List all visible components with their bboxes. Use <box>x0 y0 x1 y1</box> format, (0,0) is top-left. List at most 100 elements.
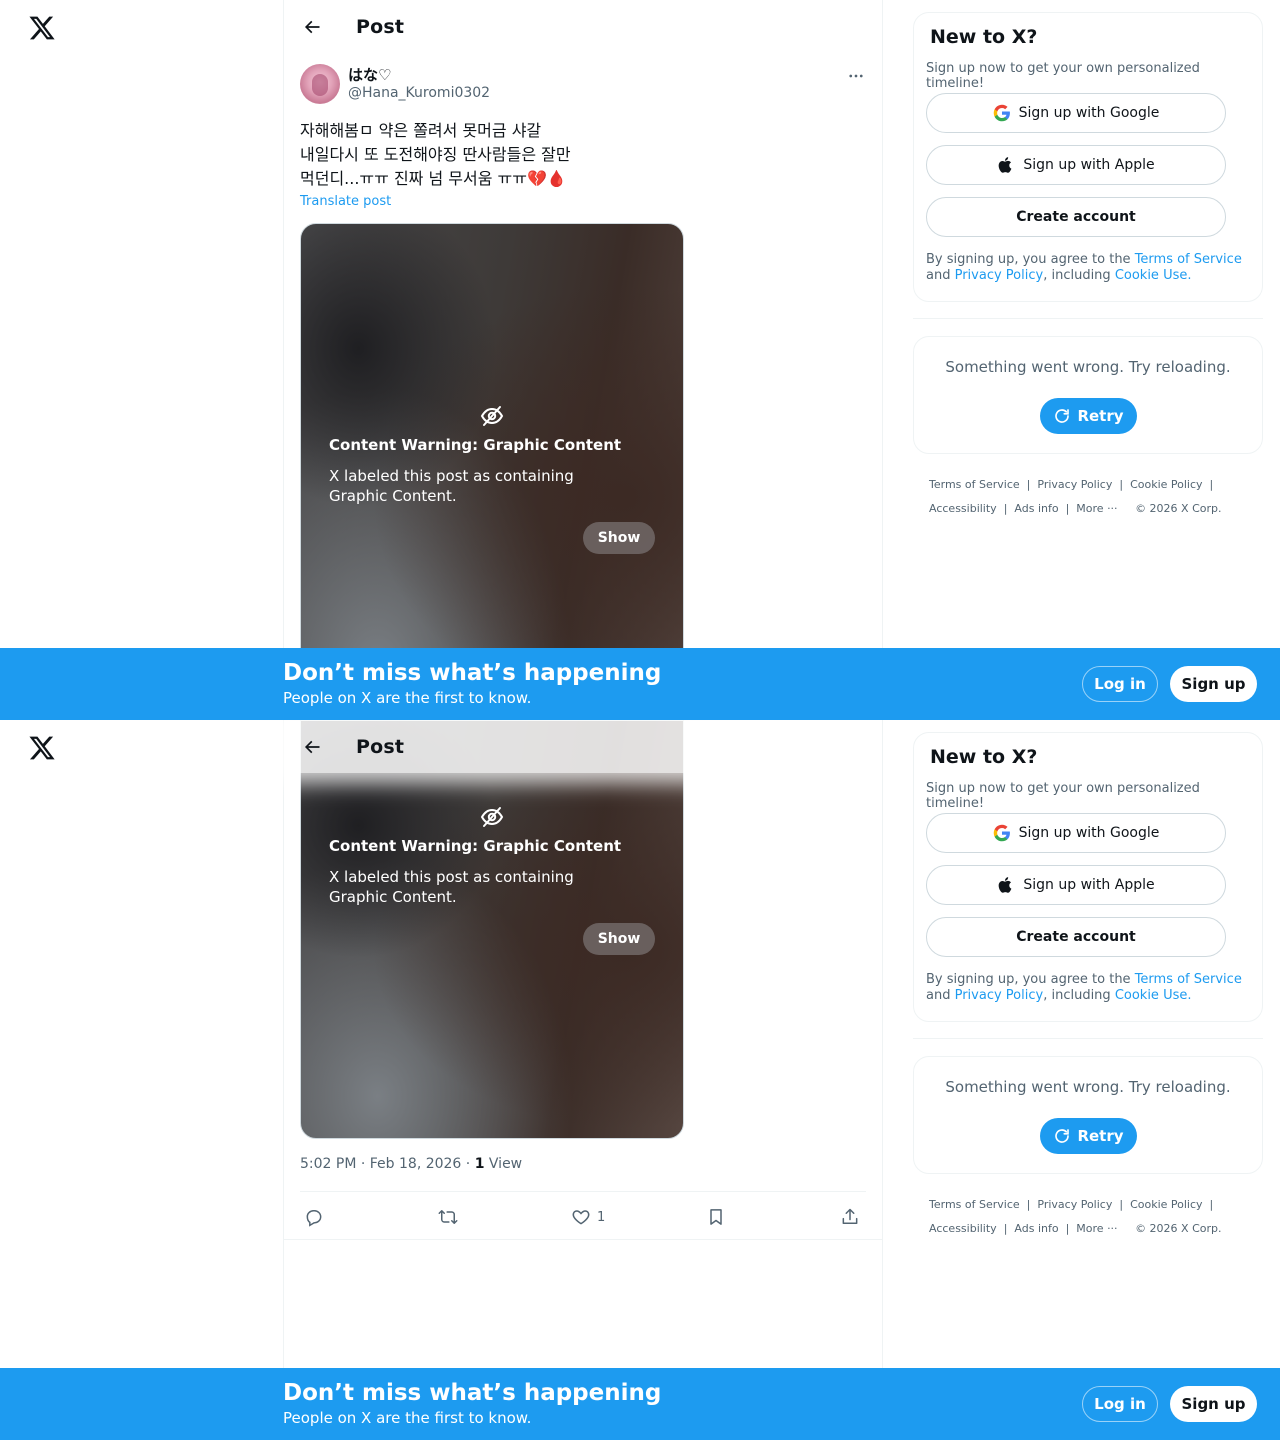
footer-privacy-link[interactable]: Privacy Policy <box>1037 478 1112 491</box>
retry-label: Retry <box>1077 1127 1124 1145</box>
apple-icon <box>999 157 1012 173</box>
retry-button[interactable]: Retry <box>1040 398 1137 434</box>
column-divider <box>882 720 883 1440</box>
banner-title: Don’t miss what’s happening <box>283 1380 662 1406</box>
content-warning-title: Content Warning: Graphic Content <box>329 837 622 855</box>
log-in-button[interactable]: Log in <box>1082 1386 1158 1422</box>
back-arrow-icon[interactable] <box>294 9 330 45</box>
error-message: Something went wrong. Try reloading. <box>945 1078 1231 1096</box>
apple-icon <box>999 877 1012 893</box>
signup-subtitle: Sign up now to get your own personalized… <box>926 61 1200 91</box>
back-arrow-icon[interactable] <box>294 729 330 765</box>
signup-apple-button[interactable]: Sign up with Apple <box>926 865 1226 905</box>
cookie-use-link[interactable]: Cookie Use. <box>1115 268 1192 283</box>
footer-ads-link[interactable]: Ads info <box>1014 502 1058 515</box>
terms-of-service-link[interactable]: Terms of Service <box>1135 972 1242 987</box>
x-logo-icon[interactable] <box>28 734 56 762</box>
create-account-button[interactable]: Create account <box>926 197 1226 237</box>
post-media-blurred: Content Warning: Graphic Content X label… <box>300 720 684 1139</box>
sign-up-button[interactable]: Sign up <box>1170 1386 1257 1422</box>
sign-up-button[interactable]: Sign up <box>1170 666 1257 702</box>
login-banner: Don’t miss what’s happening People on X … <box>0 1368 1280 1440</box>
like-button[interactable]: 1 <box>571 1204 605 1230</box>
banner-subtitle: People on X are the first to know. <box>283 1409 532 1427</box>
post-media-blurred: Content Warning: Graphic Content X label… <box>300 223 684 720</box>
author-handle[interactable]: @Hana_Kuromi0302 <box>348 85 490 101</box>
sidebar-footer: Terms of Service | Privacy Policy | Cookie P… <box>929 478 1222 515</box>
cookie-use-link[interactable]: Cookie Use. <box>1115 988 1192 1003</box>
error-message: Something went wrong. Try reloading. <box>945 358 1231 376</box>
post-header: Post <box>284 720 694 773</box>
column-divider <box>283 720 284 1440</box>
signup-apple-label: Sign up with Apple <box>1023 157 1155 173</box>
share-icon[interactable] <box>840 1204 860 1230</box>
post-actions: 1 <box>300 1198 866 1238</box>
post-author: はな♡ @Hana_Kuromi0302 <box>300 64 866 108</box>
footer-more-link[interactable]: More ··· <box>1076 1222 1117 1235</box>
signup-apple-button[interactable]: Sign up with Apple <box>926 145 1226 185</box>
footer-cookie-link[interactable]: Cookie Policy <box>1130 1198 1202 1211</box>
sidebar-footer: Terms of Service | Privacy Policy | Cookie P… <box>929 1198 1222 1235</box>
actions-divider <box>284 1239 882 1240</box>
terms-text: By signing up, you agree to the <box>926 252 1135 267</box>
signup-google-button[interactable]: Sign up with Google <box>926 813 1226 853</box>
new-to-x-card: New to X? Sign up now to get your own pe… <box>913 12 1263 302</box>
footer-copyright: © 2026 X Corp. <box>1135 1222 1222 1235</box>
content-warning: Content Warning: Graphic Content X label… <box>329 404 655 554</box>
sidebar-divider <box>913 318 1263 319</box>
terms-of-service-link[interactable]: Terms of Service <box>1135 252 1242 267</box>
author-display-name[interactable]: はな♡ <box>348 64 391 85</box>
signup-subtitle: Sign up now to get your own personalized… <box>926 781 1200 811</box>
footer-privacy-link[interactable]: Privacy Policy <box>1037 1198 1112 1211</box>
terms-text: , including <box>1043 268 1115 283</box>
signup-google-button[interactable]: Sign up with Google <box>926 93 1226 133</box>
post-text: 자해해봄ㅁ 약은 쫄려서 못머금 샤갈 내일다시 또 도전해야징 딴사람들은 잘… <box>300 121 571 188</box>
privacy-policy-link[interactable]: Privacy Policy <box>955 988 1044 1003</box>
post-time[interactable]: 5:02 PM · Feb 18, 2026 · <box>300 1156 475 1172</box>
log-in-button[interactable]: Log in <box>1082 666 1158 702</box>
content-warning-description: X labeled this post as containing Graphi… <box>329 467 574 505</box>
eye-slash-icon <box>329 805 655 829</box>
create-account-button[interactable]: Create account <box>926 917 1226 957</box>
post-header: Post <box>284 0 882 53</box>
signup-google-label: Sign up with Google <box>1018 105 1160 121</box>
signup-google-label: Sign up with Google <box>1018 825 1160 841</box>
footer-cookie-link[interactable]: Cookie Policy <box>1130 478 1202 491</box>
repost-icon[interactable] <box>438 1204 458 1230</box>
bookmark-icon[interactable] <box>706 1204 726 1230</box>
footer-accessibility-link[interactable]: Accessibility <box>929 1222 997 1235</box>
login-banner: Don’t miss what’s happening People on X … <box>0 648 1280 720</box>
page-title: Post <box>356 15 405 38</box>
error-card: Something went wrong. Try reloading. Ret… <box>913 1056 1263 1174</box>
view-count: 1 <box>474 1156 485 1172</box>
more-icon[interactable] <box>846 66 866 86</box>
footer-ads-link[interactable]: Ads info <box>1014 1222 1058 1235</box>
footer-terms-link[interactable]: Terms of Service <box>929 1198 1020 1211</box>
retry-button[interactable]: Retry <box>1040 1118 1137 1154</box>
show-media-button[interactable]: Show <box>583 923 655 955</box>
avatar[interactable] <box>300 64 340 104</box>
footer-more-link[interactable]: More ··· <box>1076 502 1117 515</box>
footer-terms-link[interactable]: Terms of Service <box>929 478 1020 491</box>
terms-text: , including <box>1043 988 1115 1003</box>
content-warning-description: X labeled this post as containing Graphi… <box>329 868 574 906</box>
banner-subtitle: People on X are the first to know. <box>283 689 532 707</box>
footer-accessibility-link[interactable]: Accessibility <box>929 502 997 515</box>
terms-text: By signing up, you agree to the <box>926 972 1135 987</box>
signup-terms: By signing up, you agree to the Terms of… <box>926 972 1252 1004</box>
post-timestamp: 5:02 PM · Feb 18, 2026 · 1 View <box>300 1156 522 1172</box>
eye-slash-icon <box>329 404 655 428</box>
content-warning-title: Content Warning: Graphic Content <box>329 436 622 454</box>
retry-label: Retry <box>1077 407 1124 425</box>
signup-terms: By signing up, you agree to the Terms of… <box>926 252 1252 284</box>
new-to-x-card: New to X? Sign up now to get your own pe… <box>913 732 1263 1022</box>
reply-icon[interactable] <box>304 1204 324 1230</box>
signup-heading: New to X? <box>930 746 1038 768</box>
privacy-policy-link[interactable]: Privacy Policy <box>955 268 1044 283</box>
content-warning: Content Warning: Graphic Content X label… <box>329 805 655 955</box>
x-logo-icon[interactable] <box>28 14 56 42</box>
show-media-button[interactable]: Show <box>583 522 655 554</box>
signup-apple-label: Sign up with Apple <box>1023 877 1155 893</box>
translate-post-link[interactable]: Translate post <box>300 194 391 209</box>
banner-title: Don’t miss what’s happening <box>283 660 662 686</box>
